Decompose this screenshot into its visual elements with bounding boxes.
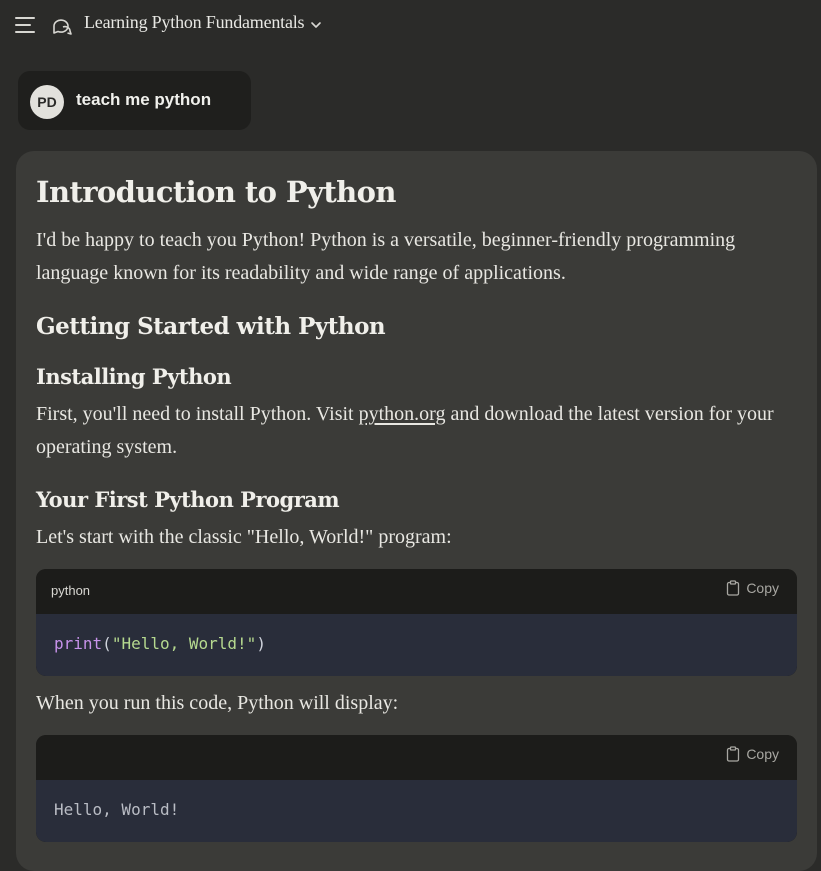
copy-code-button[interactable]: Copy: [726, 580, 779, 596]
conversation-title: Learning Python Fundamentals: [84, 12, 305, 32]
python-org-link[interactable]: python.org: [359, 403, 446, 425]
response-title: Introduction to Python: [36, 175, 396, 209]
install-paragraph: First, you'll need to install Python. Vi…: [36, 398, 796, 464]
section-heading: Getting Started with Python: [36, 313, 386, 340]
code-block-python: python Copy print("Hello, World!"): [36, 569, 797, 676]
copy-label: Copy: [746, 580, 779, 596]
install-heading: Installing Python: [36, 364, 232, 389]
copy-output-button[interactable]: Copy: [726, 746, 779, 762]
code-block-body: print("Hello, World!"): [36, 614, 797, 676]
assistant-response: Introduction to Python I'd be happy to t…: [16, 151, 817, 871]
code-language-label: python: [51, 583, 91, 598]
first-program-paragraph: Let's start with the classic "Hello, Wor…: [36, 526, 452, 548]
user-avatar: PD: [30, 85, 64, 119]
code-line: print("Hello, World!"): [54, 634, 266, 653]
first-program-heading: Your First Python Program: [36, 487, 340, 512]
code-token-paren-open: (: [102, 634, 112, 653]
code-block-body: Hello, World!: [36, 780, 797, 842]
code-block-output: Copy Hello, World!: [36, 735, 797, 842]
copy-label: Copy: [746, 746, 779, 762]
clipboard-icon: [727, 580, 740, 596]
hamburger-menu-icon[interactable]: [14, 14, 36, 36]
code-block-header: Copy: [36, 735, 797, 780]
intro-paragraph: I'd be happy to teach you Python! Python…: [36, 229, 736, 284]
code-token-function: print: [54, 634, 103, 653]
user-message: PD teach me python: [18, 71, 251, 130]
top-bar: Learning Python Fundamentals: [0, 0, 821, 52]
code-block-header: python Copy: [36, 569, 797, 614]
code-token-string: "Hello, World!": [111, 634, 257, 653]
clipboard-icon: [727, 746, 740, 762]
install-text-before: First, you'll need to install Python. Vi…: [36, 403, 359, 425]
code-token-paren-close: ): [256, 634, 266, 653]
chevron-down-icon: [311, 21, 322, 28]
output-line: Hello, World!: [54, 800, 180, 819]
user-message-text: teach me python: [76, 90, 212, 109]
chat-bubbles-icon: [53, 19, 72, 35]
run-paragraph: When you run this code, Python will disp…: [36, 692, 399, 714]
conversation-title-dropdown[interactable]: Learning Python Fundamentals: [84, 12, 322, 33]
